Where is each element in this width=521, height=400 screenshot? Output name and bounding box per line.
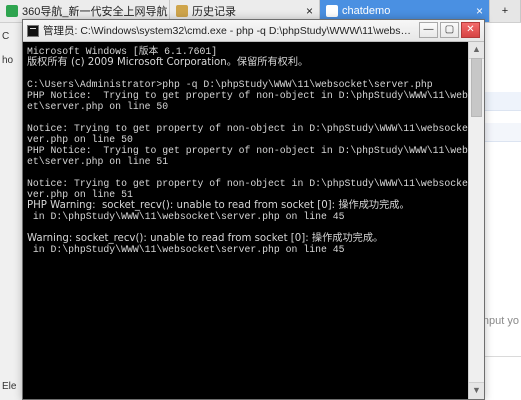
history-icon (176, 5, 188, 17)
browser-tab-label: 360导航_新一代安全上网导航 (22, 6, 168, 18)
console-line: 版权所有 (c) 2009 Microsoft Corporation。保留所有… (27, 57, 309, 68)
plus-icon: + (501, 5, 509, 17)
console-line: et\server.php on line 51 (27, 156, 169, 167)
close-icon[interactable]: × (470, 4, 483, 18)
document-icon (326, 5, 338, 17)
maximize-button[interactable]: ▢ (440, 22, 459, 38)
console-line: PHP Notice: Trying to get property of no… (27, 90, 468, 101)
browser-tab-label: chatdemo (342, 5, 391, 17)
scroll-up-button[interactable]: ▲ (469, 42, 484, 59)
console-line: in D:\phpStudy\WWW\11\websocket\server.p… (27, 244, 345, 255)
browser-tab-icon (6, 5, 18, 17)
minimize-button[interactable]: — (419, 22, 438, 38)
left-label-ele: Ele (2, 381, 17, 392)
left-label-c: C (2, 31, 10, 42)
console-line: PHP Notice: Trying to get property of no… (27, 145, 468, 156)
console-line: C:\Users\Administrator>php -q D:\phpStud… (27, 79, 433, 90)
console-line: Warning: socket_recv(): unable to read f… (27, 233, 384, 244)
console-line: Notice: Trying to get property of non-ob… (27, 123, 468, 134)
window-title: 管理员: C:\Windows\system32\cmd.exe - php -… (43, 25, 416, 37)
message-input-placeholder[interactable]: nput yo (483, 315, 519, 327)
terminal-icon (27, 24, 39, 37)
close-button[interactable]: ✕ (461, 22, 480, 38)
console-line: Notice: Trying to get property of non-ob… (27, 178, 468, 189)
console-line: PHP Warning: socket_recv(): unable to re… (27, 200, 410, 211)
scroll-thumb[interactable] (471, 58, 482, 117)
console-output[interactable]: Microsoft Windows [版本 6.1.7601] 版权所有 (c)… (23, 42, 468, 399)
close-icon[interactable]: × (300, 4, 313, 18)
vertical-scrollbar[interactable]: ▲ ▼ (468, 42, 484, 399)
console-line: Microsoft Windows [版本 6.1.7601] (27, 46, 218, 57)
browser-tab-label: 历史记录 (192, 6, 236, 18)
console-line: in D:\phpStudy\WWW\11\websocket\server.p… (27, 211, 345, 222)
desktop-screen: 360导航_新一代安全上网导航 × 历史记录 × chatdemo × + C … (0, 0, 521, 400)
scroll-down-button[interactable]: ▼ (469, 382, 484, 399)
console-line: ver.php on line 51 (27, 189, 133, 200)
console-line: et\server.php on line 50 (27, 101, 169, 112)
new-tab-button[interactable]: + (490, 0, 521, 22)
window-titlebar[interactable]: 管理员: C:\Windows\system32\cmd.exe - php -… (23, 20, 484, 42)
console-line: ver.php on line 50 (27, 134, 133, 145)
left-label-ho: ho (2, 55, 14, 66)
command-prompt-window[interactable]: 管理员: C:\Windows\system32\cmd.exe - php -… (22, 19, 485, 400)
window-controls: — ▢ ✕ (419, 22, 480, 38)
